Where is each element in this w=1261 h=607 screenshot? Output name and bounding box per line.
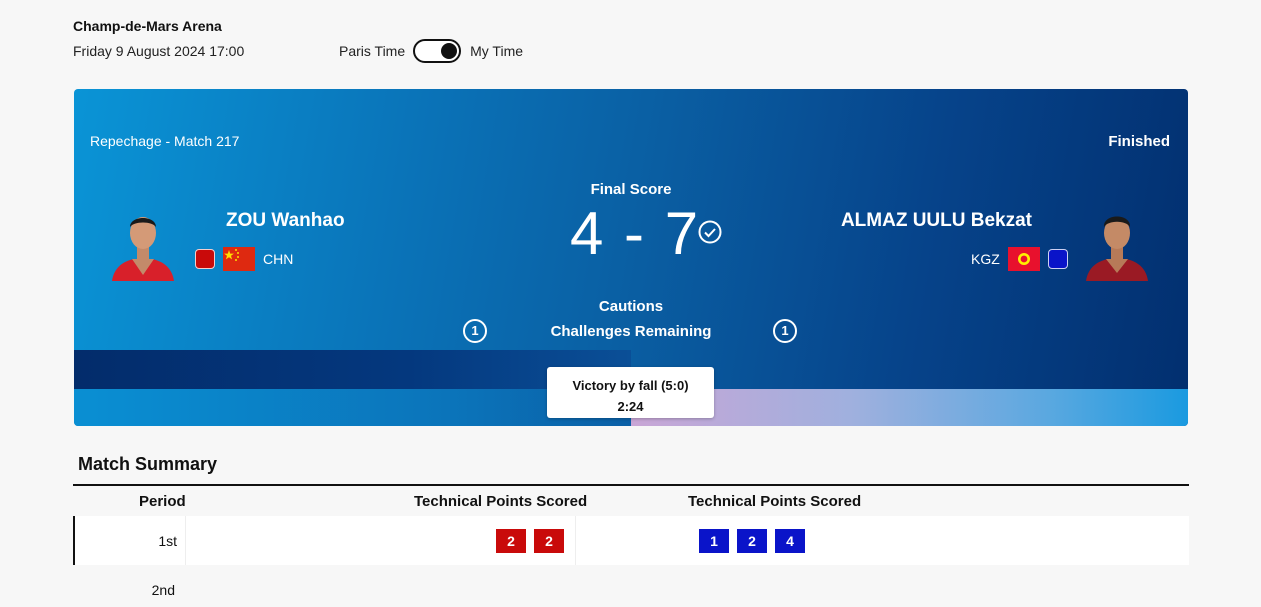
match-datetime: Friday 9 August 2024 17:00 <box>73 43 245 59</box>
victory-time: 2:24 <box>617 399 644 414</box>
final-score: 4 - 7 <box>570 200 701 267</box>
time-toggle-switch[interactable] <box>413 39 462 63</box>
athlete-name-right: ALMAZ UULU Bekzat <box>840 210 1032 231</box>
right-points-header: Technical Points Scored <box>688 493 862 510</box>
country-code-left: CHN <box>263 251 294 267</box>
table-row: 1st 2 2 1 2 4 <box>73 516 1189 565</box>
red-corner-badge <box>195 249 215 269</box>
match-card: Repechage - Match 217 Finished Final Sco… <box>74 89 1188 426</box>
cautions-label: Cautions <box>598 298 664 315</box>
point-badge: 1 <box>699 529 729 553</box>
blue-corner-badge <box>1047 249 1068 269</box>
athlete-photo-right <box>1086 216 1148 281</box>
table-row: 2nd <box>73 565 1189 607</box>
victory-box: Victory by fall (5:0) 2:24 <box>547 367 714 418</box>
left-points-header: Technical Points Scored <box>414 493 588 510</box>
athlete-country-right: KGZ <box>971 247 1068 271</box>
divider <box>575 516 576 565</box>
paris-time-label: Paris Time <box>339 43 406 59</box>
period-cell: 1st <box>158 533 177 549</box>
final-score-label: Final Score <box>590 181 672 198</box>
venue-title: Champ-de-Mars Arena <box>73 18 222 34</box>
point-badge: 2 <box>534 529 564 553</box>
victory-type: Victory by fall (5:0) <box>572 378 689 393</box>
period-header: Period <box>139 493 186 510</box>
round-label: Repechage - Match 217 <box>90 133 240 149</box>
my-time-label: My Time <box>470 43 524 59</box>
athlete-photo-left <box>112 217 174 281</box>
point-badge: 2 <box>737 529 767 553</box>
time-toggle: Paris Time My Time <box>339 39 523 63</box>
athlete-country-left: CHN <box>195 247 293 271</box>
decorative-stripe <box>631 389 1188 426</box>
toggle-knob <box>441 43 458 59</box>
divider <box>185 516 186 565</box>
athlete-name-left: ZOU Wanhao <box>226 210 345 231</box>
point-badge: 4 <box>775 529 805 553</box>
left-points-list: 2 2 <box>496 529 564 553</box>
challenges-count-right: 1 <box>773 319 797 343</box>
country-code-right: KGZ <box>971 251 1000 267</box>
period-cell: 2nd <box>151 582 175 598</box>
match-summary-table: Period Technical Points Scored Technical… <box>73 484 1189 607</box>
challenges-count-left: 1 <box>463 319 487 343</box>
summary-header: Period Technical Points Scored Technical… <box>73 486 1189 516</box>
check-circle-icon <box>698 220 722 244</box>
match-status: Finished <box>1108 133 1170 150</box>
right-points-list: 1 2 4 <box>699 529 805 553</box>
kyrgyzstan-flag-icon <box>1007 247 1040 271</box>
challenges-label: Challenges Remaining <box>550 323 712 340</box>
china-flag-icon <box>223 247 255 271</box>
point-badge: 2 <box>496 529 526 553</box>
match-summary-title: Match Summary <box>78 454 218 474</box>
